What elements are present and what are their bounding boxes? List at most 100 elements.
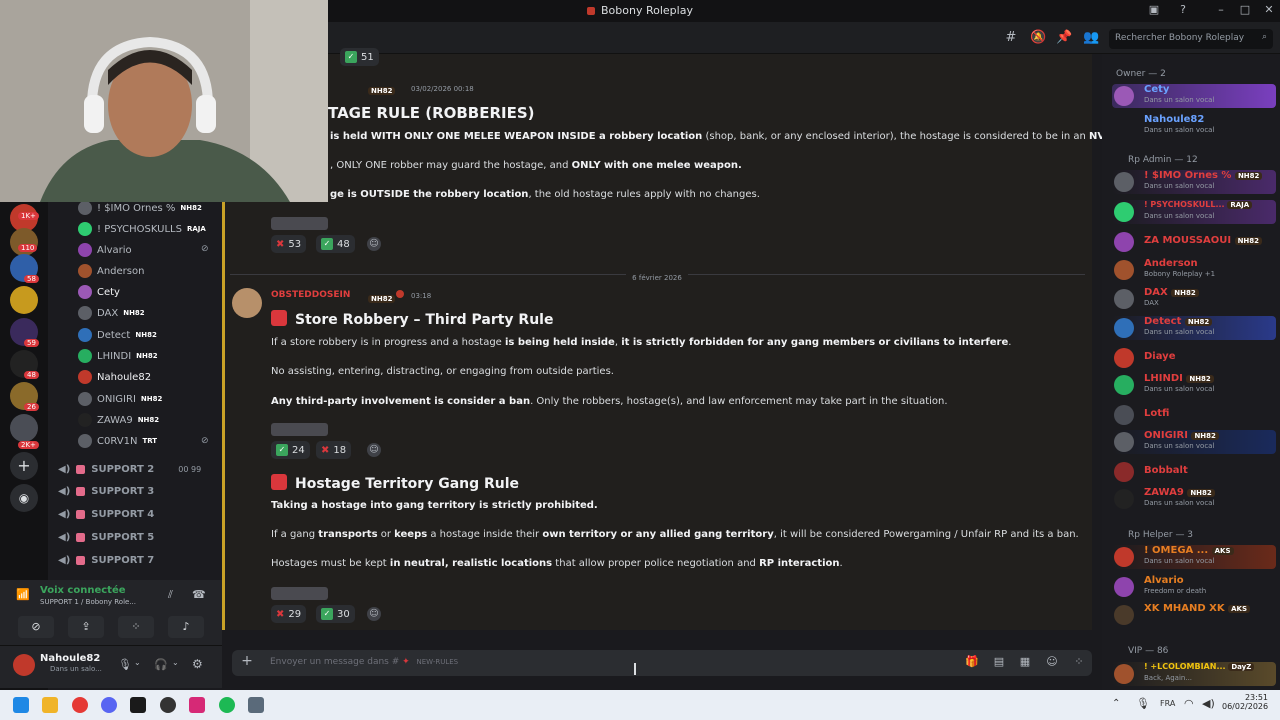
discord-icon[interactable] (101, 697, 117, 713)
calculator-icon[interactable] (248, 697, 264, 713)
reaction[interactable]: ✓ 48 (316, 235, 355, 253)
voice-user[interactable]: DAX NH82 (78, 303, 145, 323)
plus-icon[interactable]: + (240, 653, 254, 669)
help-icon[interactable]: ? (1175, 3, 1191, 19)
minimize-button[interactable]: – (1213, 3, 1229, 19)
spotify-icon[interactable] (219, 697, 235, 713)
message-author[interactable]: OBSTEDDOSEIN (271, 290, 350, 300)
notifications-muted-icon[interactable]: 🔕 (1030, 30, 1046, 46)
member-name: DAX NH82 (1144, 287, 1199, 298)
close-button[interactable]: ✕ (1261, 3, 1277, 19)
voice-user[interactable]: LHINDI NH82 (78, 346, 158, 366)
file-explorer-icon[interactable] (42, 697, 58, 713)
microphone-icon[interactable]: 🎙 (1136, 697, 1150, 710)
message-composer[interactable]: + Envoyer un message dans # ✦ NEW-RULES … (232, 650, 1092, 676)
chevron-up-icon[interactable]: ⌃ (1112, 698, 1120, 709)
reaction[interactable]: ✖ 29 (271, 605, 307, 623)
activities-button[interactable]: ⁘ (118, 616, 154, 638)
avatar (78, 285, 92, 299)
microphone-icon[interactable]: 🎙 (118, 658, 132, 671)
member-item[interactable]: Diaye (1112, 346, 1276, 370)
gif-icon[interactable]: ▤ (992, 655, 1006, 669)
search-input[interactable]: Rechercher Bobony Roleplay ⌕ (1109, 29, 1273, 49)
add-reaction-icon[interactable]: ☺ (367, 443, 381, 457)
username: Nahoule82 (40, 653, 101, 664)
reaction[interactable]: ✓ 30 (316, 605, 355, 623)
member-item[interactable]: Alvario Freedom or death (1112, 575, 1276, 599)
voice-user[interactable]: ONIGIRI NH82 (78, 389, 162, 409)
inbox-icon[interactable]: ▣ (1146, 3, 1162, 19)
member-item[interactable]: ZAWA9 NH82 Dans un salon vocal (1112, 487, 1276, 511)
voice-channel-link[interactable]: SUPPORT 1 / Bobony Role... (40, 598, 136, 606)
server-icon[interactable] (10, 286, 38, 314)
noise-suppression-icon[interactable]: ⫽ (168, 588, 173, 602)
member-item[interactable]: Lotfi (1112, 403, 1276, 427)
capcut-icon[interactable] (130, 697, 146, 713)
reaction[interactable]: ✓ 51 (340, 48, 379, 66)
soundboard-button[interactable]: ♪ (168, 616, 204, 638)
gear-icon[interactable]: ⚙ (192, 657, 203, 671)
obs-icon[interactable] (160, 697, 176, 713)
instagram-icon[interactable] (189, 697, 205, 713)
voice-user[interactable]: C0RV1N TRT (78, 431, 157, 451)
voice-user[interactable]: Alvario (78, 240, 132, 260)
language-indicator[interactable]: FRA (1160, 699, 1175, 708)
voice-user[interactable]: ZAWA9 NH82 (78, 410, 159, 430)
voice-user[interactable]: Anderson (78, 261, 144, 281)
voice-user[interactable]: Detect NH82 (78, 325, 157, 345)
voice-channel-support-7[interactable]: ◀) SUPPORT 7 (58, 551, 154, 569)
chevron-down-icon[interactable]: ⌄ (172, 658, 179, 667)
threads-icon[interactable]: # (1003, 30, 1019, 46)
chevron-down-icon[interactable]: ⌄ (134, 658, 141, 667)
voice-user[interactable]: Cety (78, 282, 120, 302)
member-item[interactable]: Anderson Bobony Roleplay +1 (1112, 258, 1276, 282)
member-list-icon[interactable]: 👥 (1083, 30, 1099, 46)
screen-share-button[interactable]: ⇪ (68, 616, 104, 638)
add-server-icon[interactable]: + (10, 452, 38, 480)
member-item[interactable]: Cety Dans un salon vocal (1112, 84, 1276, 108)
reaction[interactable]: ✓ 24 (271, 441, 310, 459)
wifi-icon[interactable]: ◠ (1184, 697, 1194, 710)
voice-channel-support-5[interactable]: ◀) SUPPORT 5 (58, 528, 154, 546)
gift-icon[interactable]: 🎁 (965, 655, 979, 669)
voice-channel-support-2[interactable]: ◀) SUPPORT 2 00 99 (58, 460, 201, 478)
reaction[interactable]: ✖ 53 (271, 235, 307, 253)
member-item[interactable]: Nahoule82 Dans un salon vocal (1112, 114, 1276, 138)
reaction[interactable]: ✖ 18 (316, 441, 352, 459)
member-item[interactable]: ! +LCOLOMBIAN... DayZ Back, Again... (1112, 662, 1276, 686)
sticker-icon[interactable]: ▦ (1018, 655, 1032, 669)
member-item[interactable]: DAX NH82 DAX (1112, 287, 1276, 311)
apps-icon[interactable]: ⁘ (1072, 655, 1086, 669)
avatar[interactable] (13, 654, 35, 676)
pin-icon[interactable]: 📌 (1056, 30, 1072, 46)
member-item[interactable]: ! OMEGA ... AKS Dans un salon vocal (1112, 545, 1276, 569)
avatar (1114, 318, 1134, 338)
member-item[interactable]: ! $IMO Ornes % NH82 Dans un salon vocal (1112, 170, 1276, 194)
emoji-icon[interactable]: ☺ (1045, 655, 1059, 669)
member-item[interactable]: LHINDI NH82 Dans un salon vocal (1112, 373, 1276, 397)
chrome-icon[interactable] (72, 697, 88, 713)
add-reaction-icon[interactable]: ☺ (367, 607, 381, 621)
disconnect-icon[interactable]: ☎ (192, 588, 206, 601)
voice-channel-support-4[interactable]: ◀) SUPPORT 4 (58, 505, 154, 523)
member-item[interactable]: ONIGIRI NH82 Dans un salon vocal (1112, 430, 1276, 454)
add-reaction-icon[interactable]: ☺ (367, 237, 381, 251)
check-icon: ✓ (345, 51, 357, 63)
clock[interactable]: 23:51 06/02/2026 (1222, 693, 1268, 711)
member-item[interactable]: Bobbalt (1112, 460, 1276, 484)
message-list: ✓ 51 NH82 03/02/2026 00:18 TAGE RULE (ROB… (222, 48, 1168, 630)
member-item[interactable]: XK MHAND XK AKS (1112, 603, 1276, 627)
volume-icon[interactable]: ◀) (1202, 697, 1215, 710)
member-item[interactable]: Detect NH82 Dans un salon vocal (1112, 316, 1276, 340)
maximize-button[interactable]: □ (1237, 3, 1253, 19)
member-item[interactable]: ! PSYCHOSKULL... RAJA Dans un salon vocal (1112, 200, 1276, 224)
explore-icon[interactable]: ◉ (10, 484, 38, 512)
voice-channel-support-3[interactable]: ◀) SUPPORT 3 (58, 482, 154, 500)
member-item[interactable]: ZA MOUSSAOUI NH82 (1112, 230, 1276, 254)
headphones-icon[interactable]: 🎧 (154, 658, 168, 671)
avatar[interactable] (232, 288, 262, 318)
voice-user[interactable]: ! PSYCHOSKULLS RAJA (78, 219, 206, 239)
start-icon[interactable] (13, 697, 29, 713)
voice-user[interactable]: Nahoule82 (78, 367, 151, 387)
camera-off-button[interactable]: ⊘ (18, 616, 54, 638)
